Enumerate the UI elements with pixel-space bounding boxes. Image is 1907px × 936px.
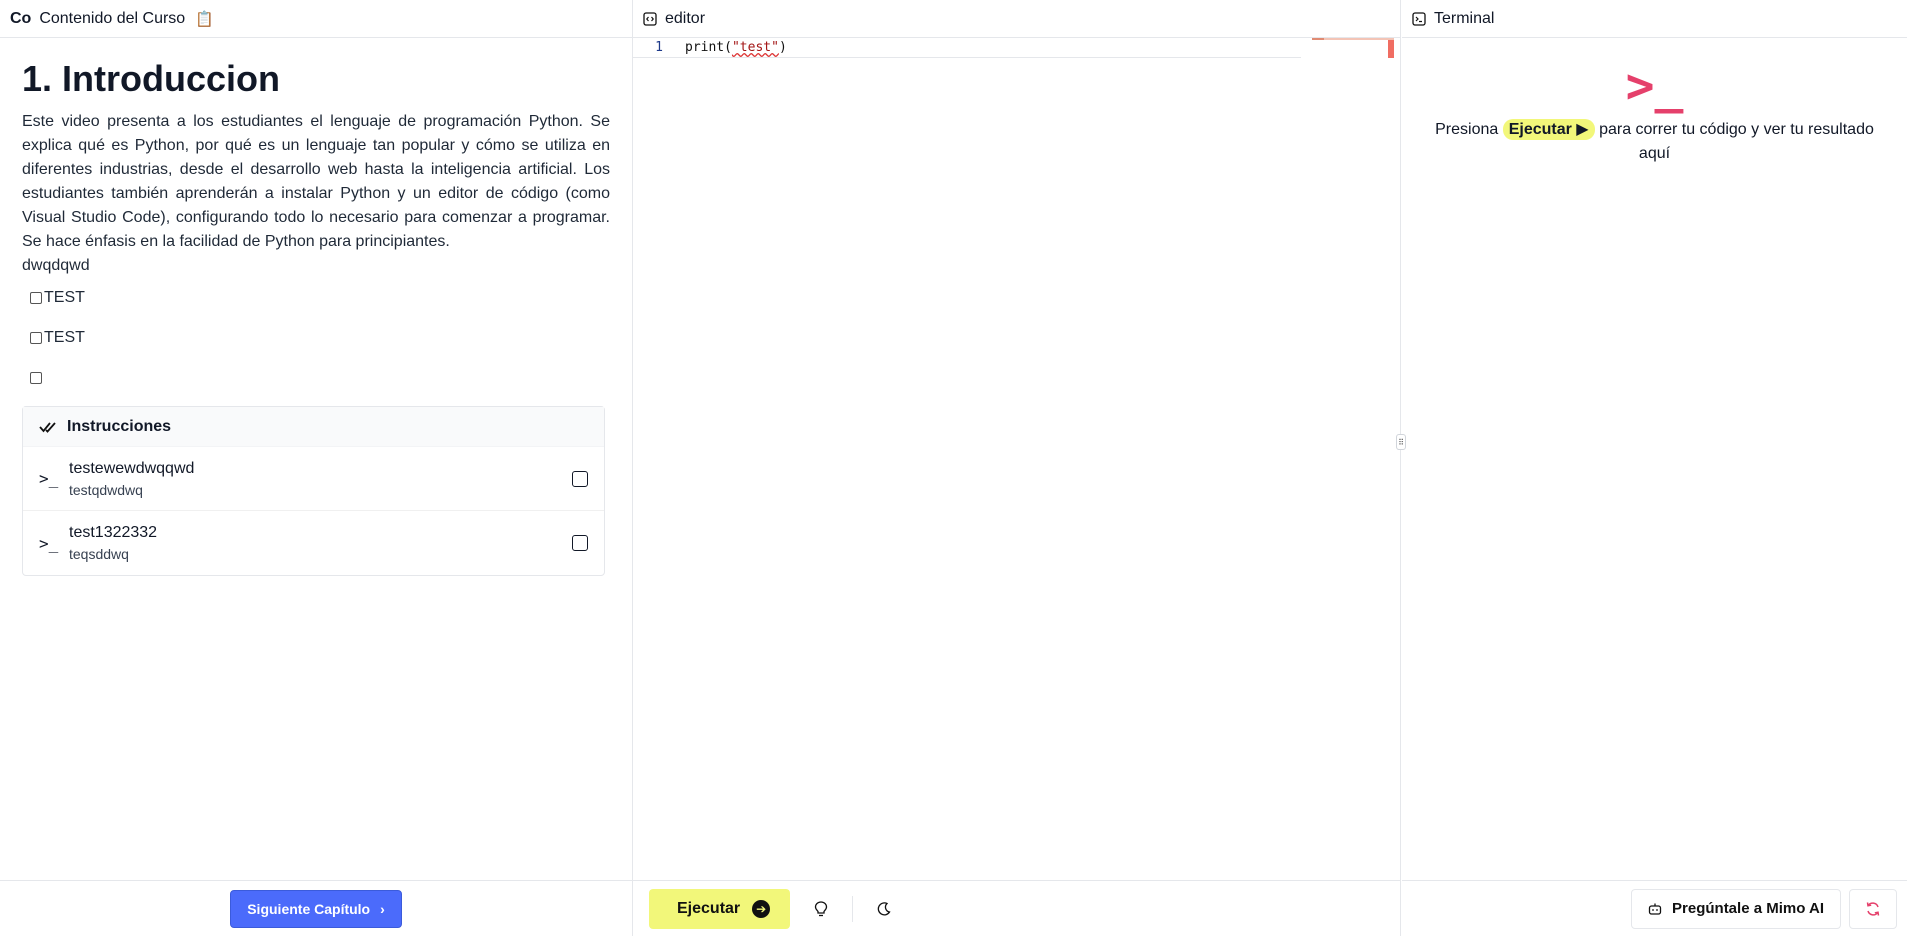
instructions-box: Instrucciones >_ testewewdwqqwd testqdwd…	[22, 406, 605, 576]
robot-icon	[1648, 903, 1662, 915]
checkbox[interactable]	[30, 372, 42, 384]
refresh-icon	[1866, 901, 1880, 916]
error-scroll-marker	[1388, 40, 1394, 58]
editor-title: editor	[665, 9, 706, 27]
terminal-hint-message: Presiona Ejecutar ▶ para correr tu códig…	[1435, 119, 1874, 162]
course-content: 1. Introduccion Este video presenta a lo…	[0, 38, 632, 590]
clipboard-icon: 📋	[195, 10, 214, 28]
theme-toggle-button[interactable]	[867, 892, 901, 926]
instruction-item[interactable]: >_ test1322332 teqsddwq	[23, 511, 604, 575]
editor-panel: editor 1 print("test") ⠿ Ejecutar ➔	[633, 0, 1406, 936]
checkbox-label: TEST	[44, 289, 85, 306]
instruction-item[interactable]: >_ testewewdwqqwd testqdwdwq	[23, 447, 604, 511]
instruction-title: test1322332	[69, 524, 158, 541]
code-icon	[643, 11, 657, 26]
terminal-output: >_ Presiona Ejecutar ▶ para correr tu có…	[1402, 38, 1907, 166]
chevron-right-icon: ›	[380, 900, 385, 917]
panel-resize-handle[interactable]: ⠿	[1396, 434, 1406, 450]
extra-text: dwqdqwd	[22, 257, 90, 274]
terminal-panel: Terminal >_ Presiona Ejecutar ▶ para cor…	[1402, 0, 1907, 936]
terminal-prompt-icon: >_	[39, 469, 59, 488]
editor-header: editor	[633, 0, 1400, 38]
code-line[interactable]: 1 print("test")	[633, 38, 1301, 58]
toolbar-divider	[852, 895, 854, 922]
terminal-title: Terminal	[1434, 9, 1495, 27]
ask-ai-label: Pregúntale a Mimo AI	[1672, 900, 1824, 917]
test-checkbox-row[interactable]: TEST	[22, 278, 610, 318]
chapter-title: 1. Introduccion	[22, 58, 281, 99]
run-label: Ejecutar	[677, 899, 741, 917]
instruction-checkbox[interactable]	[572, 470, 588, 487]
ask-ai-button[interactable]: Pregúntale a Mimo AI	[1631, 888, 1841, 929]
code-editor[interactable]: 1 print("test")	[633, 38, 1394, 880]
double-check-icon	[39, 421, 56, 433]
next-chapter-label: Siguiente Capítulo	[247, 900, 371, 917]
lightbulb-icon	[814, 900, 828, 916]
minimap[interactable]	[1312, 38, 1394, 42]
chapter-description: Este video presenta a los estudiantes el…	[22, 113, 610, 250]
checkbox[interactable]	[30, 292, 42, 304]
course-header: Co Contenido del Curso 📋	[0, 0, 632, 38]
run-button[interactable]: Ejecutar ➔	[649, 888, 791, 929]
instruction-checkbox[interactable]	[572, 535, 588, 551]
instruction-title: testewewdwqqwd	[69, 459, 195, 477]
hint-button[interactable]	[804, 892, 838, 926]
terminal-icon	[1412, 11, 1426, 26]
editor-footer: Ejecutar ➔	[633, 880, 1400, 936]
instruction-subtitle: testqdwdwq	[69, 481, 143, 498]
terminal-footer: Pregúntale a Mimo AI	[1402, 880, 1907, 936]
refresh-button[interactable]	[1849, 888, 1897, 929]
moon-icon	[877, 901, 891, 916]
terminal-prompt-icon: >_	[39, 533, 59, 553]
app-logo[interactable]: Co	[10, 10, 31, 28]
code-text[interactable]: print("test")	[673, 40, 787, 55]
line-number: 1	[655, 40, 663, 55]
instructions-heading: Instrucciones	[67, 417, 172, 435]
terminal-prompt-icon: >_	[1625, 58, 1684, 114]
instructions-header: Instrucciones	[23, 407, 604, 447]
arrow-right-circle-icon: ➔	[752, 899, 771, 918]
checkbox[interactable]	[30, 332, 42, 344]
course-content-panel: Co Contenido del Curso 📋 1. Introduccion…	[0, 0, 633, 936]
checkbox-label: TEST	[44, 329, 85, 346]
course-title: Contenido del Curso	[39, 9, 186, 27]
test-checkbox-row[interactable]: TEST	[22, 318, 610, 358]
instruction-subtitle: teqsddwq	[69, 546, 129, 562]
terminal-header: Terminal	[1402, 0, 1907, 38]
next-chapter-button[interactable]: Siguiente Capítulo ›	[230, 889, 402, 928]
left-footer: Siguiente Capítulo ›	[0, 880, 632, 936]
empty-checkbox-row[interactable]	[22, 358, 610, 398]
run-key-hint: Ejecutar ▶	[1502, 119, 1595, 140]
